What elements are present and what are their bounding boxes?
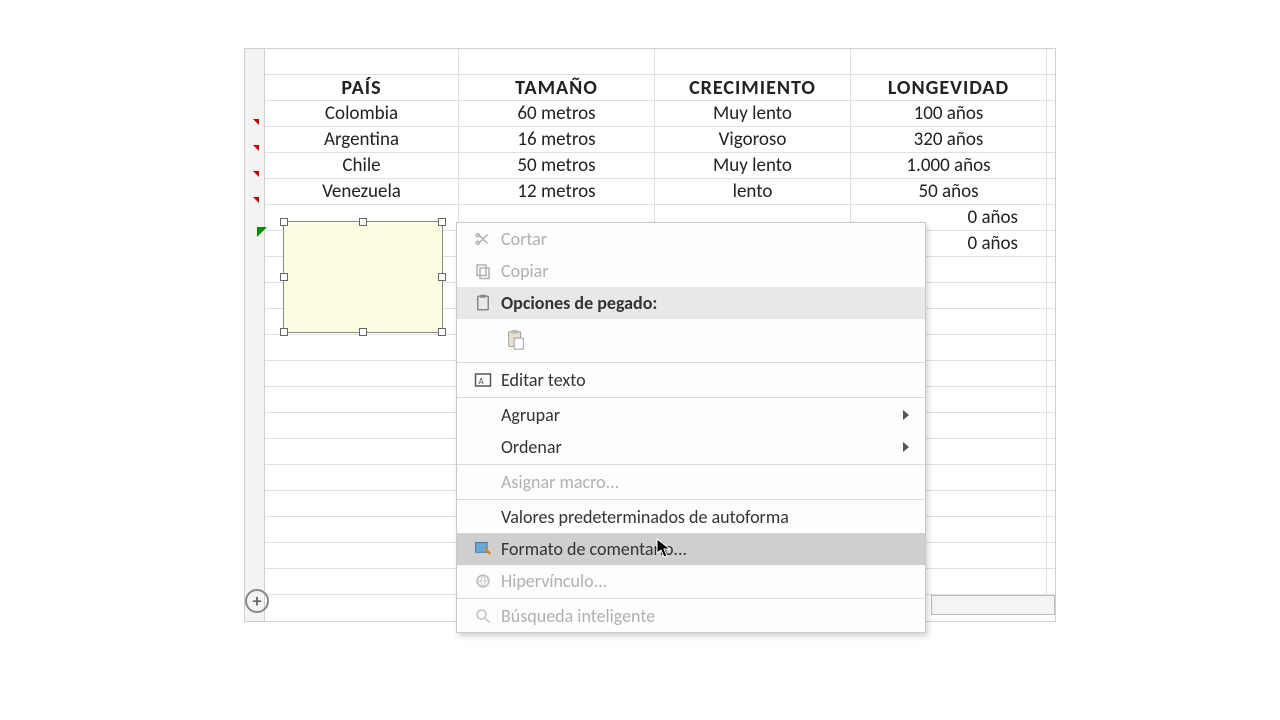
menu-item-autoshape-defaults[interactable]: Valores predeterminados de autoforma [457,501,925,533]
chevron-right-icon [903,442,909,452]
menu-label: Asignar macro... [501,471,913,493]
edit-text-icon: A [465,368,501,392]
table-row[interactable]: Colombia 60 metros Muy lento 100 años [265,101,1055,127]
table-header-row: PAÍS TAMAÑO CRECIMIENTO LONGEVIDAD [265,75,1055,101]
menu-label: Ordenar [501,436,903,458]
menu-item-format-comment[interactable]: Formato de comentario... [457,533,925,565]
cell[interactable]: Colombia [265,101,459,126]
comment-connector-icon [257,227,267,237]
plus-icon: + [253,590,262,612]
copy-icon [465,259,501,283]
resize-handle[interactable] [280,218,288,226]
comment-indicator-icon [253,119,259,125]
menu-label: Hipervínculo... [501,570,913,592]
menu-label: Opciones de pegado: [501,292,913,314]
blank-icon [465,505,501,529]
menu-label: Valores predeterminados de autoforma [501,506,913,528]
menu-separator [457,598,925,599]
comment-indicator-icon [253,145,259,151]
resize-handle[interactable] [280,328,288,336]
cell[interactable]: Venezuela [265,179,459,204]
col-header-longevidad: LONGEVIDAD [851,75,1047,100]
menu-separator [457,499,925,500]
search-icon [465,604,501,628]
menu-label: Editar texto [501,369,913,391]
col-header-crecimiento: CRECIMIENTO [655,75,851,100]
resize-handle[interactable] [438,328,446,336]
format-shape-icon [465,537,501,561]
menu-item-smart-lookup[interactable]: Búsqueda inteligente [457,600,925,632]
cell[interactable]: Chile [265,153,459,178]
cell[interactable]: 12 metros [459,179,655,204]
cell[interactable]: Vigoroso [655,127,851,152]
cell[interactable]: Muy lento [655,153,851,178]
menu-item-assign-macro[interactable]: Asignar macro... [457,466,925,498]
menu-label: Cortar [501,228,913,250]
clipboard-icon [465,291,501,315]
menu-separator [457,464,925,465]
col-header-pais: PAÍS [265,75,459,100]
cell[interactable]: 1.000 años [851,153,1047,178]
menu-separator [457,397,925,398]
menu-label: Búsqueda inteligente [501,605,913,627]
cell[interactable]: 60 metros [459,101,655,126]
cell[interactable]: 50 años [851,179,1047,204]
menu-section-paste-options: Opciones de pegado: [457,287,925,319]
table-row[interactable]: Venezuela 12 metros lento 50 años [265,179,1055,205]
context-menu: Cortar Copiar Opciones de pegado: A Edit… [456,222,926,633]
cell[interactable]: 320 años [851,127,1047,152]
chevron-right-icon [903,410,909,420]
svg-text:A: A [479,376,485,387]
comment-indicator-icon [253,197,259,203]
cell[interactable]: 100 años [851,101,1047,126]
row-header-column [245,49,265,621]
link-icon [465,569,501,593]
cell[interactable]: Muy lento [655,101,851,126]
menu-label: Formato de comentario... [501,538,913,560]
blank-icon [465,403,501,427]
resize-handle[interactable] [359,328,367,336]
cell[interactable]: lento [655,179,851,204]
blank-icon [465,470,501,494]
menu-item-edit-text[interactable]: A Editar texto [457,364,925,396]
cell[interactable]: 16 metros [459,127,655,152]
resize-handle[interactable] [280,273,288,281]
resize-handle[interactable] [438,218,446,226]
cell[interactable]: 50 metros [459,153,655,178]
menu-item-group[interactable]: Agrupar [457,399,925,431]
cell[interactable]: Argentina [265,127,459,152]
comment-indicator-icon [253,171,259,177]
blank-icon [465,435,501,459]
menu-label: Agrupar [501,404,903,426]
menu-item-hyperlink[interactable]: Hipervínculo... [457,565,925,597]
table-row[interactable]: Chile 50 metros Muy lento 1.000 años [265,153,1055,179]
menu-label: Copiar [501,260,913,282]
paste-options-row [457,319,925,361]
col-header-tamano: TAMAÑO [459,75,655,100]
comment-box[interactable] [283,221,443,333]
resize-handle[interactable] [438,273,446,281]
menu-separator [457,362,925,363]
menu-item-cut[interactable]: Cortar [457,223,925,255]
paste-icon [505,328,527,352]
paste-button[interactable] [501,325,531,355]
horizontal-scrollbar[interactable] [931,595,1055,615]
scissors-icon [465,227,501,251]
menu-item-copy[interactable]: Copiar [457,255,925,287]
resize-handle[interactable] [359,218,367,226]
menu-item-sort[interactable]: Ordenar [457,431,925,463]
add-sheet-button[interactable]: + [245,589,269,613]
table-row[interactable]: Argentina 16 metros Vigoroso 320 años [265,127,1055,153]
